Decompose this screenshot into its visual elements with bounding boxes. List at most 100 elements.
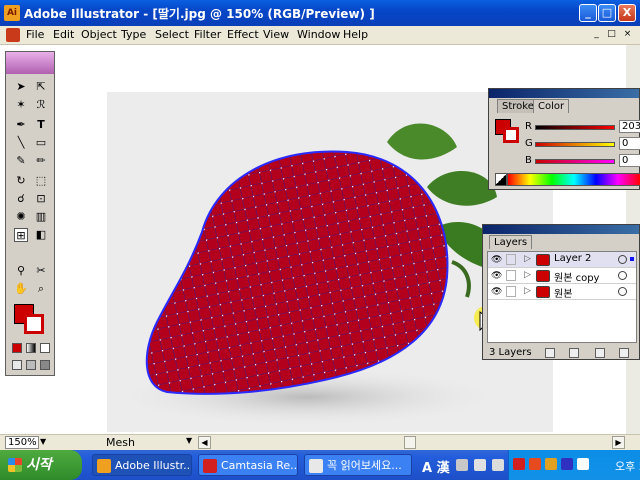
- scroll-right-button[interactable]: ▶: [612, 436, 625, 449]
- menu-select[interactable]: Select: [155, 28, 189, 41]
- tab-layers[interactable]: Layers: [489, 235, 533, 249]
- status-dropdown-icon[interactable]: ▼: [186, 436, 192, 445]
- screen-mode-standard-button[interactable]: [12, 360, 22, 370]
- layers-panel-titlebar[interactable]: [483, 225, 639, 234]
- menu-edit[interactable]: Edit: [53, 28, 74, 41]
- taskbar-item-camtasia[interactable]: Camtasia Re...: [198, 454, 298, 476]
- magic-wand-tool-icon[interactable]: ✶: [14, 98, 28, 112]
- layer-row[interactable]: 👁 ▷ Layer 2: [488, 252, 636, 268]
- tray-app-icon[interactable]: [545, 458, 557, 470]
- color-spectrum-bar[interactable]: [507, 173, 640, 186]
- volume-icon[interactable]: [577, 458, 589, 470]
- ime-indicator[interactable]: A 漢: [422, 457, 450, 476]
- lasso-tool-icon[interactable]: ℛ: [34, 98, 48, 112]
- black-white-swatch[interactable]: [495, 173, 507, 186]
- free-transform-tool-icon[interactable]: ⊡: [34, 192, 48, 206]
- stroke-color-swatch[interactable]: [24, 314, 44, 334]
- start-button[interactable]: 시작: [0, 450, 82, 480]
- recorder-tray-icon[interactable]: [529, 458, 541, 470]
- warp-tool-icon[interactable]: ☌: [14, 192, 28, 206]
- eyedropper-tool-icon[interactable]: ⚲: [14, 264, 28, 278]
- create-new-layer-icon[interactable]: [595, 348, 605, 358]
- expand-triangle-icon[interactable]: ▷: [524, 270, 531, 280]
- expand-triangle-icon[interactable]: ▷: [524, 254, 531, 264]
- maximize-button[interactable]: □: [598, 4, 616, 22]
- type-tool-icon[interactable]: T: [34, 118, 48, 132]
- menu-object[interactable]: Object: [81, 28, 117, 41]
- mesh-tool-icon[interactable]: ⊞: [14, 228, 28, 242]
- eye-icon[interactable]: 👁: [491, 287, 502, 297]
- help-icon[interactable]: [474, 459, 486, 471]
- horizontal-scroll-thumb[interactable]: [404, 436, 416, 449]
- pencil-tool-icon[interactable]: ✏: [34, 154, 48, 168]
- illustrator-app-icon[interactable]: Ai: [4, 5, 20, 21]
- status-mode-label[interactable]: Mesh: [106, 436, 135, 449]
- color-panel-titlebar[interactable]: [489, 89, 639, 98]
- doc-restore-button[interactable]: □: [605, 29, 618, 41]
- menu-window[interactable]: Window: [297, 28, 340, 41]
- selection-tool-icon[interactable]: ➤: [14, 80, 28, 94]
- delete-layer-icon[interactable]: [619, 348, 629, 358]
- color-mode-button[interactable]: [12, 343, 22, 353]
- red-slider[interactable]: [535, 125, 615, 130]
- blue-value-field[interactable]: 0: [619, 154, 640, 167]
- scroll-left-button[interactable]: ◀: [198, 436, 211, 449]
- rotate-tool-icon[interactable]: ↻: [14, 174, 28, 188]
- target-icon[interactable]: [618, 287, 627, 296]
- taskbar-item-readme[interactable]: 꼭 읽어보세요...: [304, 454, 412, 476]
- make-clipping-mask-icon[interactable]: [545, 348, 555, 358]
- zoom-level-field[interactable]: 150%: [5, 436, 39, 449]
- eye-icon[interactable]: 👁: [491, 255, 502, 265]
- gradient-mode-button[interactable]: [26, 343, 36, 353]
- minimize-button[interactable]: _: [579, 4, 597, 22]
- zoom-tool-icon[interactable]: ⌕: [34, 282, 48, 296]
- document-icon[interactable]: [6, 28, 20, 42]
- lock-toggle[interactable]: [506, 286, 516, 297]
- tab-color[interactable]: Color: [533, 99, 570, 113]
- menu-help[interactable]: Help: [343, 28, 368, 41]
- menu-view[interactable]: View: [263, 28, 289, 41]
- layer-row[interactable]: 👁 ▷ 원본 copy: [488, 268, 636, 284]
- green-value-field[interactable]: 0: [619, 137, 640, 150]
- expand-triangle-icon[interactable]: ▷: [524, 286, 531, 296]
- paintbrush-tool-icon[interactable]: ✎: [14, 154, 28, 168]
- target-icon[interactable]: [618, 271, 627, 280]
- layer-name[interactable]: 원본 copy: [554, 269, 599, 284]
- menu-file[interactable]: File: [26, 28, 44, 41]
- menu-filter[interactable]: Filter: [194, 28, 221, 41]
- menu-type[interactable]: Type: [121, 28, 146, 41]
- selection-indicator[interactable]: [630, 257, 634, 261]
- line-tool-icon[interactable]: ╲: [14, 136, 28, 150]
- none-mode-button[interactable]: [40, 343, 50, 353]
- screen-mode-full-menu-button[interactable]: [26, 360, 36, 370]
- scissors-tool-icon[interactable]: ✂: [34, 264, 48, 278]
- ime-tool-icon[interactable]: [456, 459, 468, 471]
- doc-close-button[interactable]: ×: [621, 29, 634, 41]
- strawberry-mesh[interactable]: [145, 150, 449, 395]
- panel-stroke-swatch[interactable]: [503, 127, 519, 143]
- layer-row[interactable]: 👁 ▷ 원본: [488, 284, 636, 300]
- symbol-sprayer-tool-icon[interactable]: ✺: [14, 210, 28, 224]
- close-button[interactable]: X: [618, 4, 636, 22]
- green-slider[interactable]: [535, 142, 615, 147]
- screen-mode-full-button[interactable]: [40, 360, 50, 370]
- lock-toggle[interactable]: [506, 270, 516, 281]
- doc-minimize-button[interactable]: _: [590, 29, 603, 41]
- ime-options-icon[interactable]: [492, 459, 504, 471]
- menu-effect[interactable]: Effect: [227, 28, 259, 41]
- eye-icon[interactable]: 👁: [491, 271, 502, 281]
- media-tray-icon[interactable]: [561, 458, 573, 470]
- gradient-tool-icon[interactable]: ◧: [34, 228, 48, 242]
- direct-selection-tool-icon[interactable]: ⇱: [34, 80, 48, 94]
- clock[interactable]: 오후 5:39: [615, 458, 640, 474]
- target-icon[interactable]: [618, 255, 627, 264]
- layer-name[interactable]: Layer 2: [554, 253, 591, 264]
- lock-toggle[interactable]: [506, 254, 516, 265]
- hand-tool-icon[interactable]: ✋: [14, 282, 28, 296]
- zoom-dropdown-icon[interactable]: ▼: [40, 437, 50, 446]
- rectangle-tool-icon[interactable]: ▭: [34, 136, 48, 150]
- create-sublayer-icon[interactable]: [569, 348, 579, 358]
- blue-slider[interactable]: [535, 159, 615, 164]
- taskbar-item-illustrator[interactable]: Adobe Illustr...: [92, 454, 192, 476]
- scale-tool-icon[interactable]: ⬚: [34, 174, 48, 188]
